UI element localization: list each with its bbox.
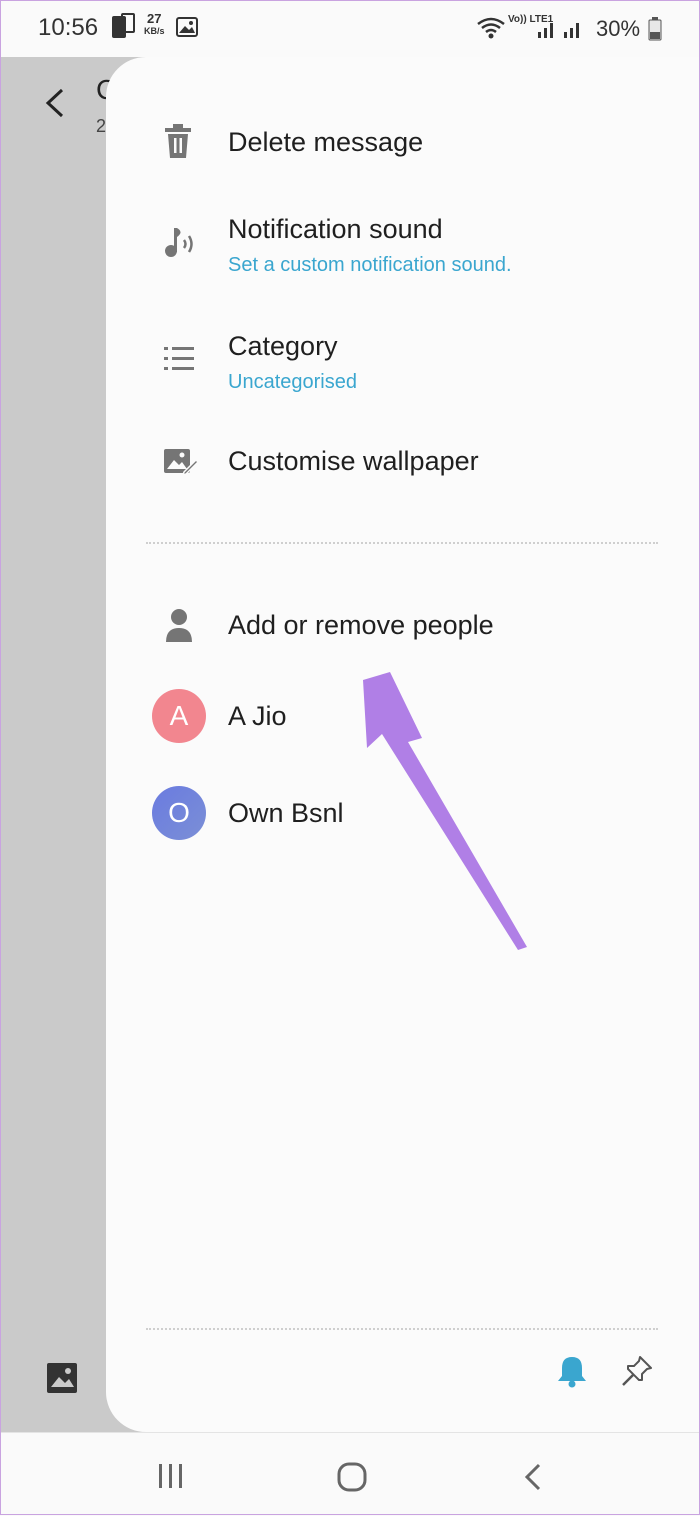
signal-icon (538, 18, 586, 45)
delete-message-item[interactable]: Delete message (106, 117, 700, 191)
recent-apps-icon[interactable] (158, 1463, 184, 1494)
home-icon[interactable] (337, 1462, 367, 1497)
sim-card-icon (110, 12, 136, 47)
avatar: O (152, 786, 206, 840)
divider (146, 542, 658, 544)
participant-name: A Jio (228, 701, 287, 731)
wallpaper-edit-icon (162, 446, 200, 483)
navigation-bar (0, 1432, 700, 1516)
delete-message-label: Delete message (228, 127, 424, 157)
avatar: A (152, 689, 206, 743)
pin-icon[interactable] (620, 1354, 654, 1393)
add-remove-people-item[interactable]: Add or remove people (106, 592, 700, 662)
category-label: Category (228, 331, 338, 361)
notification-sound-item[interactable]: Notification sound Set a custom notifica… (106, 202, 700, 302)
music-note-icon (162, 224, 198, 265)
add-remove-people-label: Add or remove people (228, 610, 494, 640)
category-item[interactable]: Category Uncategorised (106, 319, 700, 419)
status-bar: 10:56 27 KB/s Vo)) LTE1 30% (0, 0, 700, 57)
notification-sound-label: Notification sound (228, 214, 443, 244)
notification-sound-sub: Set a custom notification sound. (228, 254, 512, 276)
gallery-icon[interactable] (46, 1362, 78, 1399)
trash-icon (162, 123, 194, 164)
image-notification-icon (176, 17, 198, 42)
net-speed: 27 KB/s (144, 11, 165, 36)
list-icon (162, 343, 196, 380)
status-time: 10:56 (38, 14, 99, 41)
divider (146, 1328, 658, 1330)
back-arrow-icon[interactable] (40, 86, 70, 125)
customise-wallpaper-label: Customise wallpaper (228, 446, 479, 476)
wifi-icon (476, 16, 506, 45)
back-icon[interactable] (522, 1462, 544, 1497)
person-icon (164, 608, 194, 647)
customise-wallpaper-item[interactable]: Customise wallpaper (106, 432, 700, 506)
annotation-arrow (363, 672, 527, 950)
notification-bell-icon[interactable] (556, 1354, 588, 1393)
battery-percent: 30% (596, 16, 641, 41)
category-sub: Uncategorised (228, 371, 357, 393)
conversation-subtitle: 2 (96, 116, 107, 136)
participant-name: Own Bsnl (228, 798, 344, 828)
battery-icon (648, 17, 662, 46)
